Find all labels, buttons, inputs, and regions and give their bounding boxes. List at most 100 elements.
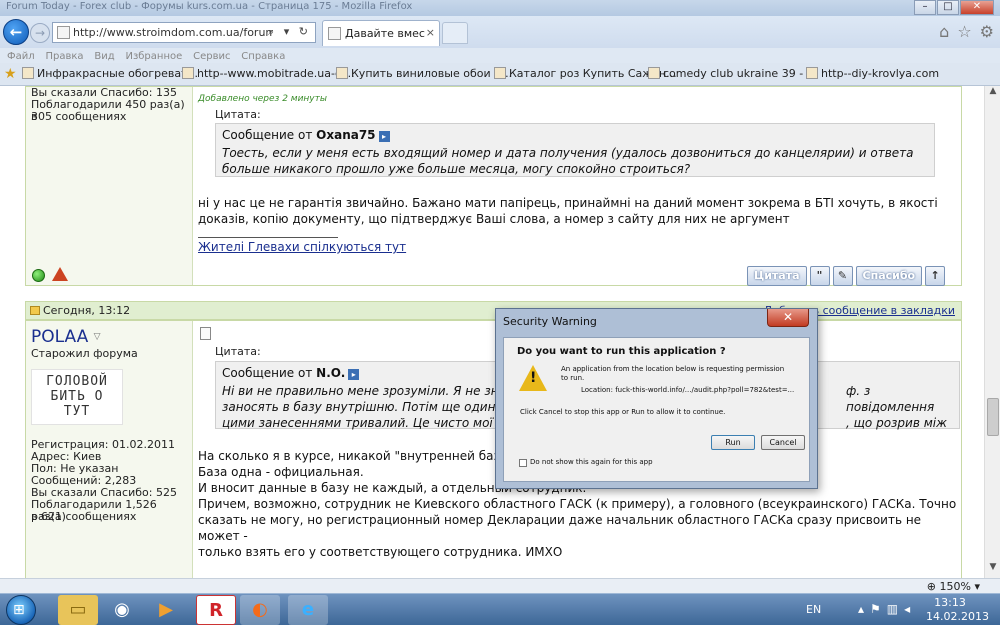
online-status-icon: [32, 269, 45, 282]
favorites-bar: ★ Инфракрасные обогреват... http--www.mo…: [0, 63, 1000, 86]
explorer-folder-icon[interactable]: ▭: [58, 595, 98, 625]
zoom-value: 150%: [939, 580, 971, 593]
browser-tab-active[interactable]: Давайте вместе... ×: [322, 20, 440, 46]
quote-box: Сообщение от Oxana75 ▸ Тоесть, если у мен…: [215, 123, 935, 177]
favorite-link[interactable]: Купить виниловые обои Z...: [336, 67, 512, 80]
tools-gear-icon[interactable]: ⚙: [980, 22, 994, 41]
quick-reply-icon[interactable]: ✎: [832, 266, 853, 286]
dialog-body: Do you want to run this application ? ! …: [503, 337, 810, 482]
quote-line: Ні ви не правильно мене зрозуміли. Я не …: [222, 384, 499, 398]
page-icon: [494, 67, 506, 79]
quote-text-right: ф. з повідомлення , що розрив між: [846, 383, 959, 431]
quote-line: , що розрив між: [846, 416, 947, 430]
post-body: Добавлено через 2 минуты Цитата: Сообщен…: [194, 87, 961, 286]
forum-post: POLAA ▽ Старожил форума ГОЛОВОЙ БИТЬ О Т…: [25, 320, 962, 578]
dialog-question: Do you want to run this application ?: [517, 346, 726, 357]
message-line: Причем, возможно, сотрудник не Киевского…: [198, 497, 957, 511]
tab-label: Давайте вместе...: [345, 27, 425, 40]
address-bar-icons[interactable]: ⌕ ▾ ↻: [268, 25, 311, 39]
scroll-down-icon[interactable]: ▼: [985, 562, 1000, 578]
scroll-top-icon[interactable]: ↑: [925, 266, 946, 286]
post-author-info: Вы сказали Спасибо: 135 Поблагодарили 45…: [26, 87, 193, 285]
zoom-level[interactable]: ⊕ 150% ▾: [927, 580, 980, 593]
r-app-icon[interactable]: R: [196, 595, 236, 625]
multi-quote-icon[interactable]: ": [809, 266, 830, 286]
view-post-arrow-icon[interactable]: ▸: [348, 369, 360, 380]
menu-help[interactable]: Справка: [241, 50, 285, 64]
zoom-icon: ⊕: [926, 580, 940, 593]
favorite-link[interactable]: http--www.mobitrade.ua-cl...: [182, 67, 355, 80]
dialog-warning-text: An application from the location below i…: [561, 365, 785, 382]
post-action-buttons: Цитата " ✎ Спасибо ↑: [747, 266, 946, 286]
do-not-show-label[interactable]: Do not show this again for this app: [530, 458, 653, 466]
message-line: доказів, копію документу, що підтверджує…: [198, 212, 790, 226]
user-menu-arrow-icon[interactable]: ▽: [94, 332, 101, 342]
windows-taskbar: ⊞ ▭ ◉ ▶ R ◐ e EN ▴⚑▥◂ 13:13 14.02.2013: [0, 593, 1000, 625]
menu-view[interactable]: Вид: [94, 50, 114, 64]
favorites-star-icon[interactable]: ★: [4, 66, 17, 82]
quote-text: Ні ви не правильно мене зрозуміли. Я не …: [222, 383, 506, 431]
quote-button[interactable]: Цитата: [747, 266, 807, 286]
page-scrollbar[interactable]: ▲ ▼: [984, 86, 1000, 578]
clock-time: 13:13: [934, 596, 966, 609]
favorite-link[interactable]: Инфракрасные обогреват...: [22, 67, 198, 80]
internet-explorer-icon[interactable]: e: [288, 595, 328, 625]
avatar-line: БИТЬ О: [50, 389, 104, 404]
report-warning-icon[interactable]: [52, 267, 68, 281]
menu-tools[interactable]: Сервис: [193, 50, 230, 64]
system-tray-icons[interactable]: ▴⚑▥◂: [858, 602, 916, 616]
menu-bar: Файл Правка Вид Избранное Сервис Справка: [0, 48, 1000, 63]
favorite-link[interactable]: http--diy-krovlya.com: [806, 67, 939, 80]
scroll-up-icon[interactable]: ▲: [985, 86, 1000, 102]
run-button[interactable]: Run: [711, 435, 755, 450]
avatar-line: ГОЛОВОЙ: [46, 374, 108, 389]
signature-divider: [198, 237, 338, 238]
favorites-star-icon[interactable]: ☆: [957, 22, 971, 41]
back-button[interactable]: ←: [3, 19, 29, 45]
language-indicator[interactable]: EN: [806, 603, 821, 616]
dialog-close-button[interactable]: ✕: [767, 309, 809, 327]
signature-link[interactable]: Жителі Глевахи спілкуються тут: [198, 240, 406, 254]
scroll-thumb[interactable]: [987, 398, 999, 436]
chrome-icon[interactable]: ◉: [102, 595, 142, 625]
favorite-label: comedy club ukraine 39 - ...: [663, 67, 818, 80]
quote-header: Сообщение от N.O. ▸: [222, 366, 360, 380]
window-title: Forum Today - Forex club - Форумы kurs.c…: [6, 1, 413, 12]
menu-edit[interactable]: Правка: [45, 50, 83, 64]
address-bar[interactable]: http://www.stroimdom.com.ua/forum/shc ⌕ …: [52, 22, 316, 43]
avatar-line: ТУТ: [63, 404, 91, 419]
windows-logo-icon: ⊞: [13, 602, 25, 618]
close-window-button[interactable]: ✕: [960, 0, 994, 15]
url-text[interactable]: http://www.stroimdom.com.ua/forum/shc: [73, 26, 273, 39]
tab-close-icon[interactable]: ×: [426, 26, 435, 39]
home-icon[interactable]: ⌂: [939, 22, 949, 41]
new-tab-button[interactable]: [442, 22, 468, 44]
forward-button[interactable]: →: [30, 23, 50, 43]
do-not-show-checkbox[interactable]: [519, 459, 527, 467]
minimize-button[interactable]: –: [914, 0, 936, 15]
maximize-button[interactable]: □: [937, 0, 959, 15]
favorite-link[interactable]: comedy club ukraine 39 - ...: [648, 67, 817, 80]
post-document-icon: [200, 327, 211, 340]
quote-label: Цитата:: [215, 345, 261, 358]
quote-header: Сообщение от Oxana75 ▸: [222, 128, 390, 142]
system-clock[interactable]: 13:13 14.02.2013: [926, 596, 989, 624]
menu-file[interactable]: Файл: [7, 50, 35, 64]
username[interactable]: POLAA ▽: [31, 327, 101, 347]
site-favicon-icon: [57, 26, 70, 39]
quote-line: ф. з повідомлення: [846, 384, 935, 414]
username-text[interactable]: POLAA: [31, 327, 88, 347]
quote-line: больше никакого прошло уже больше месяца…: [222, 162, 691, 176]
post-author-info: POLAA ▽ Старожил форума ГОЛОВОЙ БИТЬ О Т…: [26, 321, 193, 578]
dialog-title: Security Warning: [503, 315, 597, 328]
view-post-arrow-icon[interactable]: ▸: [378, 131, 390, 142]
warning-exclamation-icon: !: [530, 370, 537, 386]
thanks-button[interactable]: Спасибо: [855, 266, 923, 286]
quote-from-label: Сообщение от: [222, 128, 313, 142]
quote-author: Oxana75: [316, 128, 376, 142]
cancel-button[interactable]: Cancel: [761, 435, 805, 450]
favorite-label: Купить виниловые обои Z...: [351, 67, 513, 80]
media-player-icon[interactable]: ▶: [146, 595, 186, 625]
menu-favorites[interactable]: Избранное: [125, 50, 182, 64]
firefox-icon[interactable]: ◐: [240, 595, 280, 625]
